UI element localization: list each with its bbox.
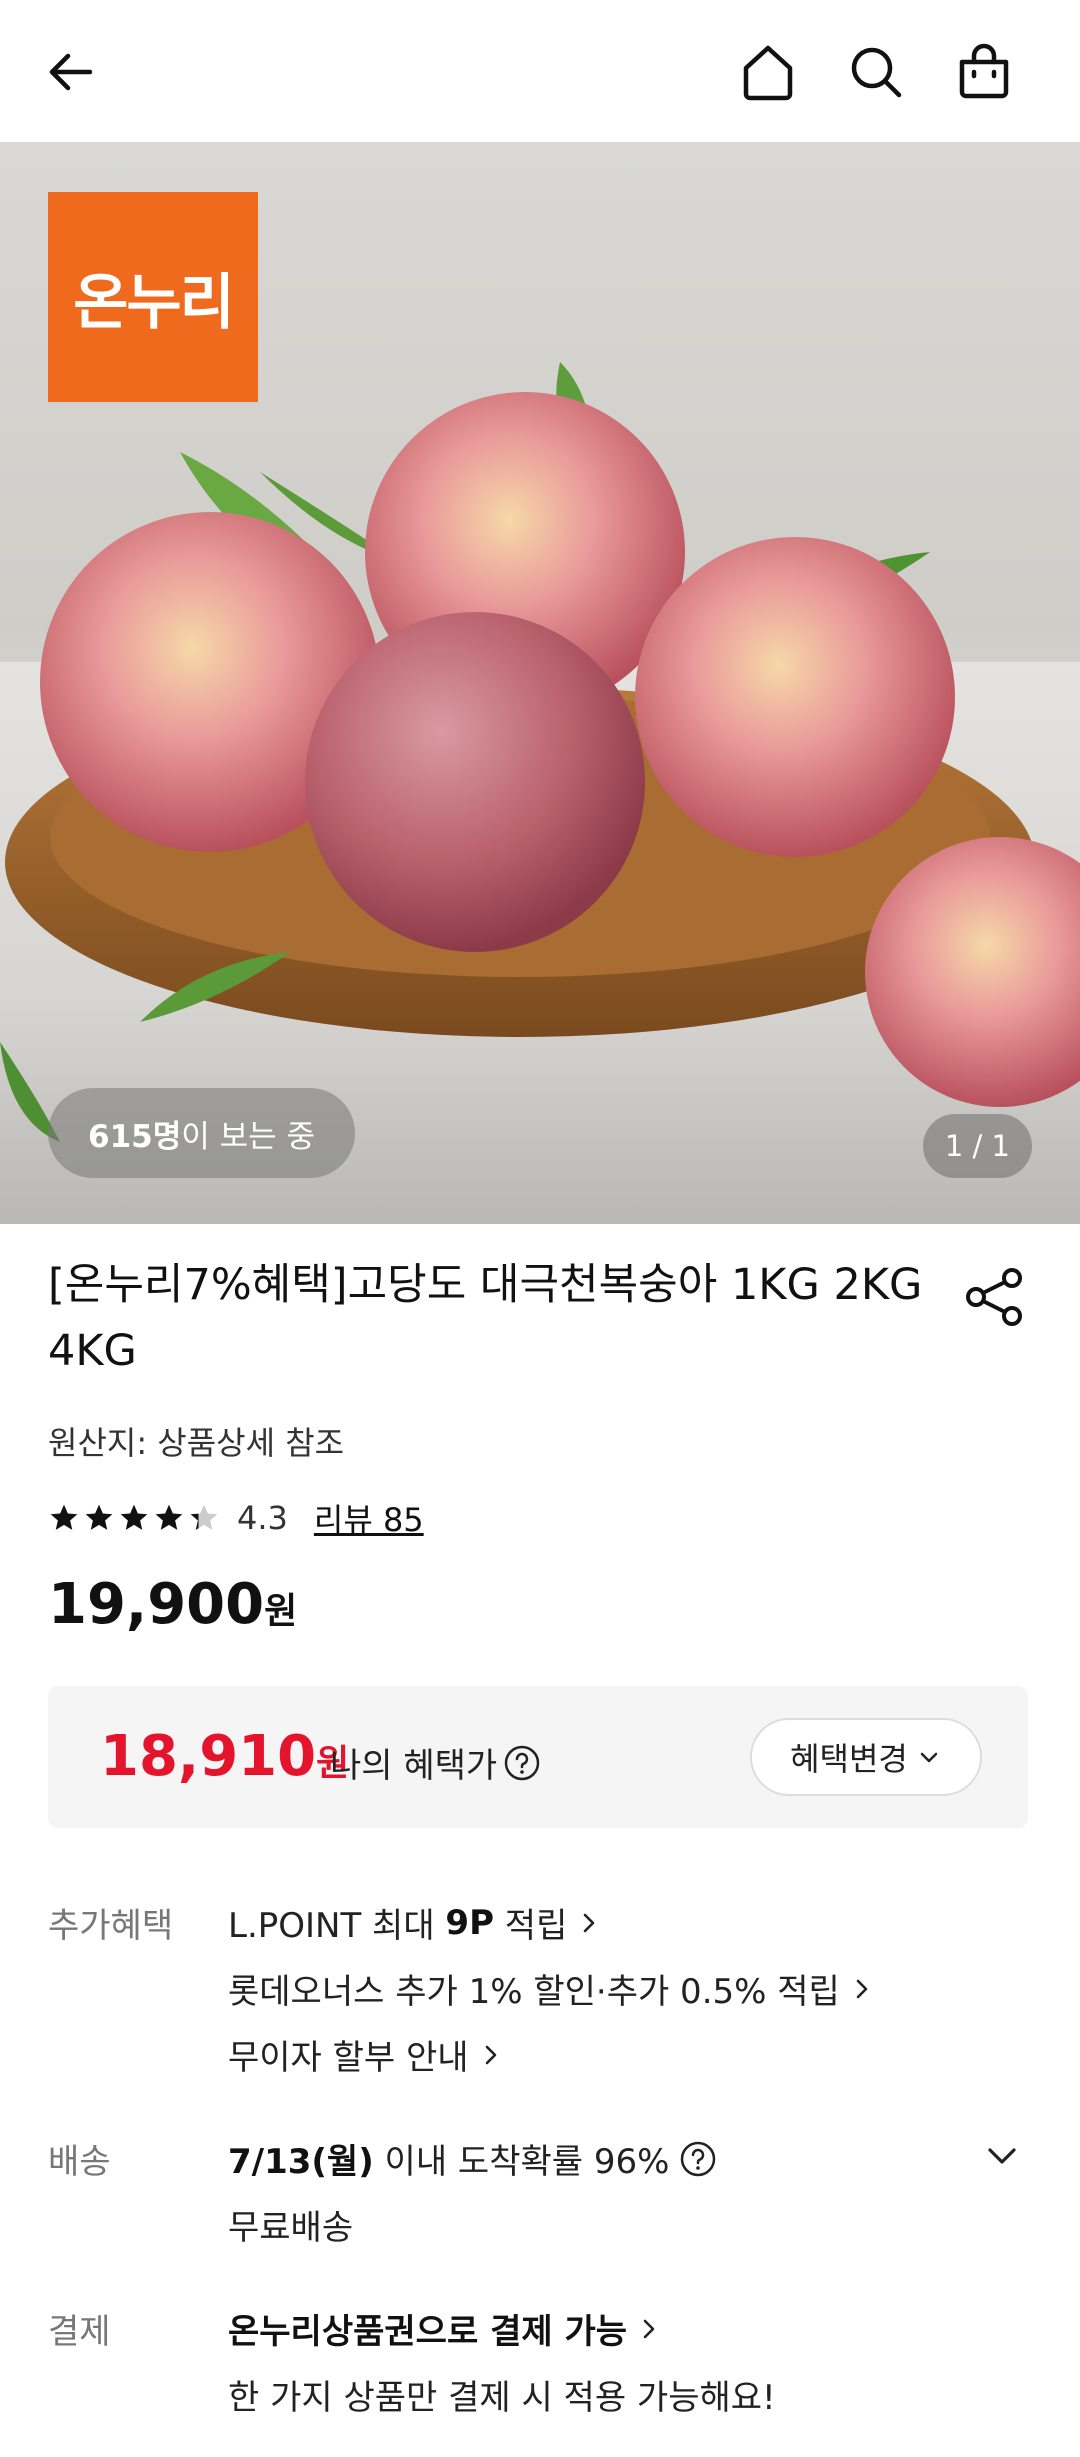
original-price: 19,900원 [48,1572,297,1637]
delivery-fee: 무료배송 [228,2208,354,2248]
viewers-suffix: 이 보는 중 [181,1118,316,1155]
delivery-estimate: 7/13(월) 이내 도착확률 96% [228,2134,717,2183]
back-button[interactable] [32,32,112,112]
logo-text: 온누리 [73,267,235,338]
benefit-label-text: 나의 혜택가 [330,1746,498,1786]
delivery-date: 7/13(월) [228,2142,374,2182]
benefit-change-button[interactable]: 혜택변경 [750,1718,982,1796]
help-circle-icon[interactable] [679,2140,717,2178]
star-filled-icon [50,1504,78,1530]
lpoint-prefix: L.POINT 최대 [228,1906,446,1946]
payment-note: 한 가지 상품만 결제 시 적용 가능해요! [228,2378,776,2418]
viewers-badge: 615명 이 보는 중 [48,1088,356,1178]
home-icon [743,45,793,101]
cart-button[interactable] [944,32,1024,112]
extra-benefit-label: 추가혜택 [48,1906,174,1946]
star-filled-icon [120,1504,148,1530]
benefit-change-label: 혜택변경 [790,1740,908,1778]
chevron-right-icon [643,2319,655,2338]
lotte-card-benefit-link[interactable]: 롯데오너스 추가 1% 할인·추가 0.5% 적립 [228,1964,876,2013]
installment-info-link[interactable]: 무이자 할부 안내 [228,2030,505,2079]
lpoint-benefit-link[interactable]: L.POINT 최대 9P 적립 [228,1898,603,1947]
review-link[interactable]: 리뷰 85 [314,1495,424,1541]
top-app-bar [0,0,1080,142]
search-icon [851,47,902,98]
shopping-bag-icon [959,43,1009,99]
installment-text: 무이자 할부 안내 [228,2038,469,2078]
lotte-card-text: 롯데오너스 추가 1% 할인·추가 0.5% 적립 [228,1972,840,2012]
onnuri-payment-link[interactable]: 온누리상품권으로 결제 가능 [228,2304,663,2353]
viewers-count: 615명 [88,1118,182,1155]
search-button[interactable] [836,32,916,112]
back-arrow-icon [49,53,93,91]
chevron-right-icon [584,1913,595,1932]
origin-text: 원산지: 상품상세 참조 [48,1424,345,1462]
share-icon[interactable] [960,1262,1030,1332]
product-image[interactable]: 온누리 615명 이 보는 중 1 / 1 [0,142,1080,1224]
price-unit: 원 [264,1591,298,1632]
price-value: 19,900 [48,1572,265,1637]
home-button[interactable] [728,32,808,112]
onnuri-payment-text: 온누리상품권으로 결제 가능 [228,2312,628,2352]
chevron-right-icon [856,1979,868,1998]
chevron-right-icon [485,2045,496,2064]
benefit-price-box: 18,910원 나의 혜택가 혜택변경 [48,1686,1028,1828]
star-filled-icon [155,1504,183,1530]
benefit-price-value: 18,910 [100,1724,317,1789]
star-partial-icon [190,1504,218,1530]
delivery-probability: 이내 도착확률 96% [373,2142,670,2182]
delivery-expand-chevron-icon[interactable] [980,2134,1024,2178]
rating-value: 4.3 [237,1499,288,1537]
lpoint-points: 9P [445,1902,494,1943]
delivery-label: 배송 [48,2142,111,2182]
rating-row: 4.3 리뷰 85 [48,1495,424,1541]
chevron-down-icon [920,1752,938,1763]
benefit-price: 18,910원 [100,1724,349,1789]
onnuri-logo: 온누리 [48,192,258,402]
benefit-label: 나의 혜택가 [330,1738,541,1787]
product-title: [온누리7%혜택]고당도 대극천복숭아 1KG 2KG 4KG [48,1260,923,1376]
star-filled-icon [85,1504,113,1530]
payment-label: 결제 [48,2312,111,2352]
star-rating [48,1502,223,1534]
lpoint-suffix: 적립 [494,1906,568,1946]
image-pager: 1 / 1 [922,1114,1032,1178]
help-circle-icon[interactable] [503,1744,541,1782]
